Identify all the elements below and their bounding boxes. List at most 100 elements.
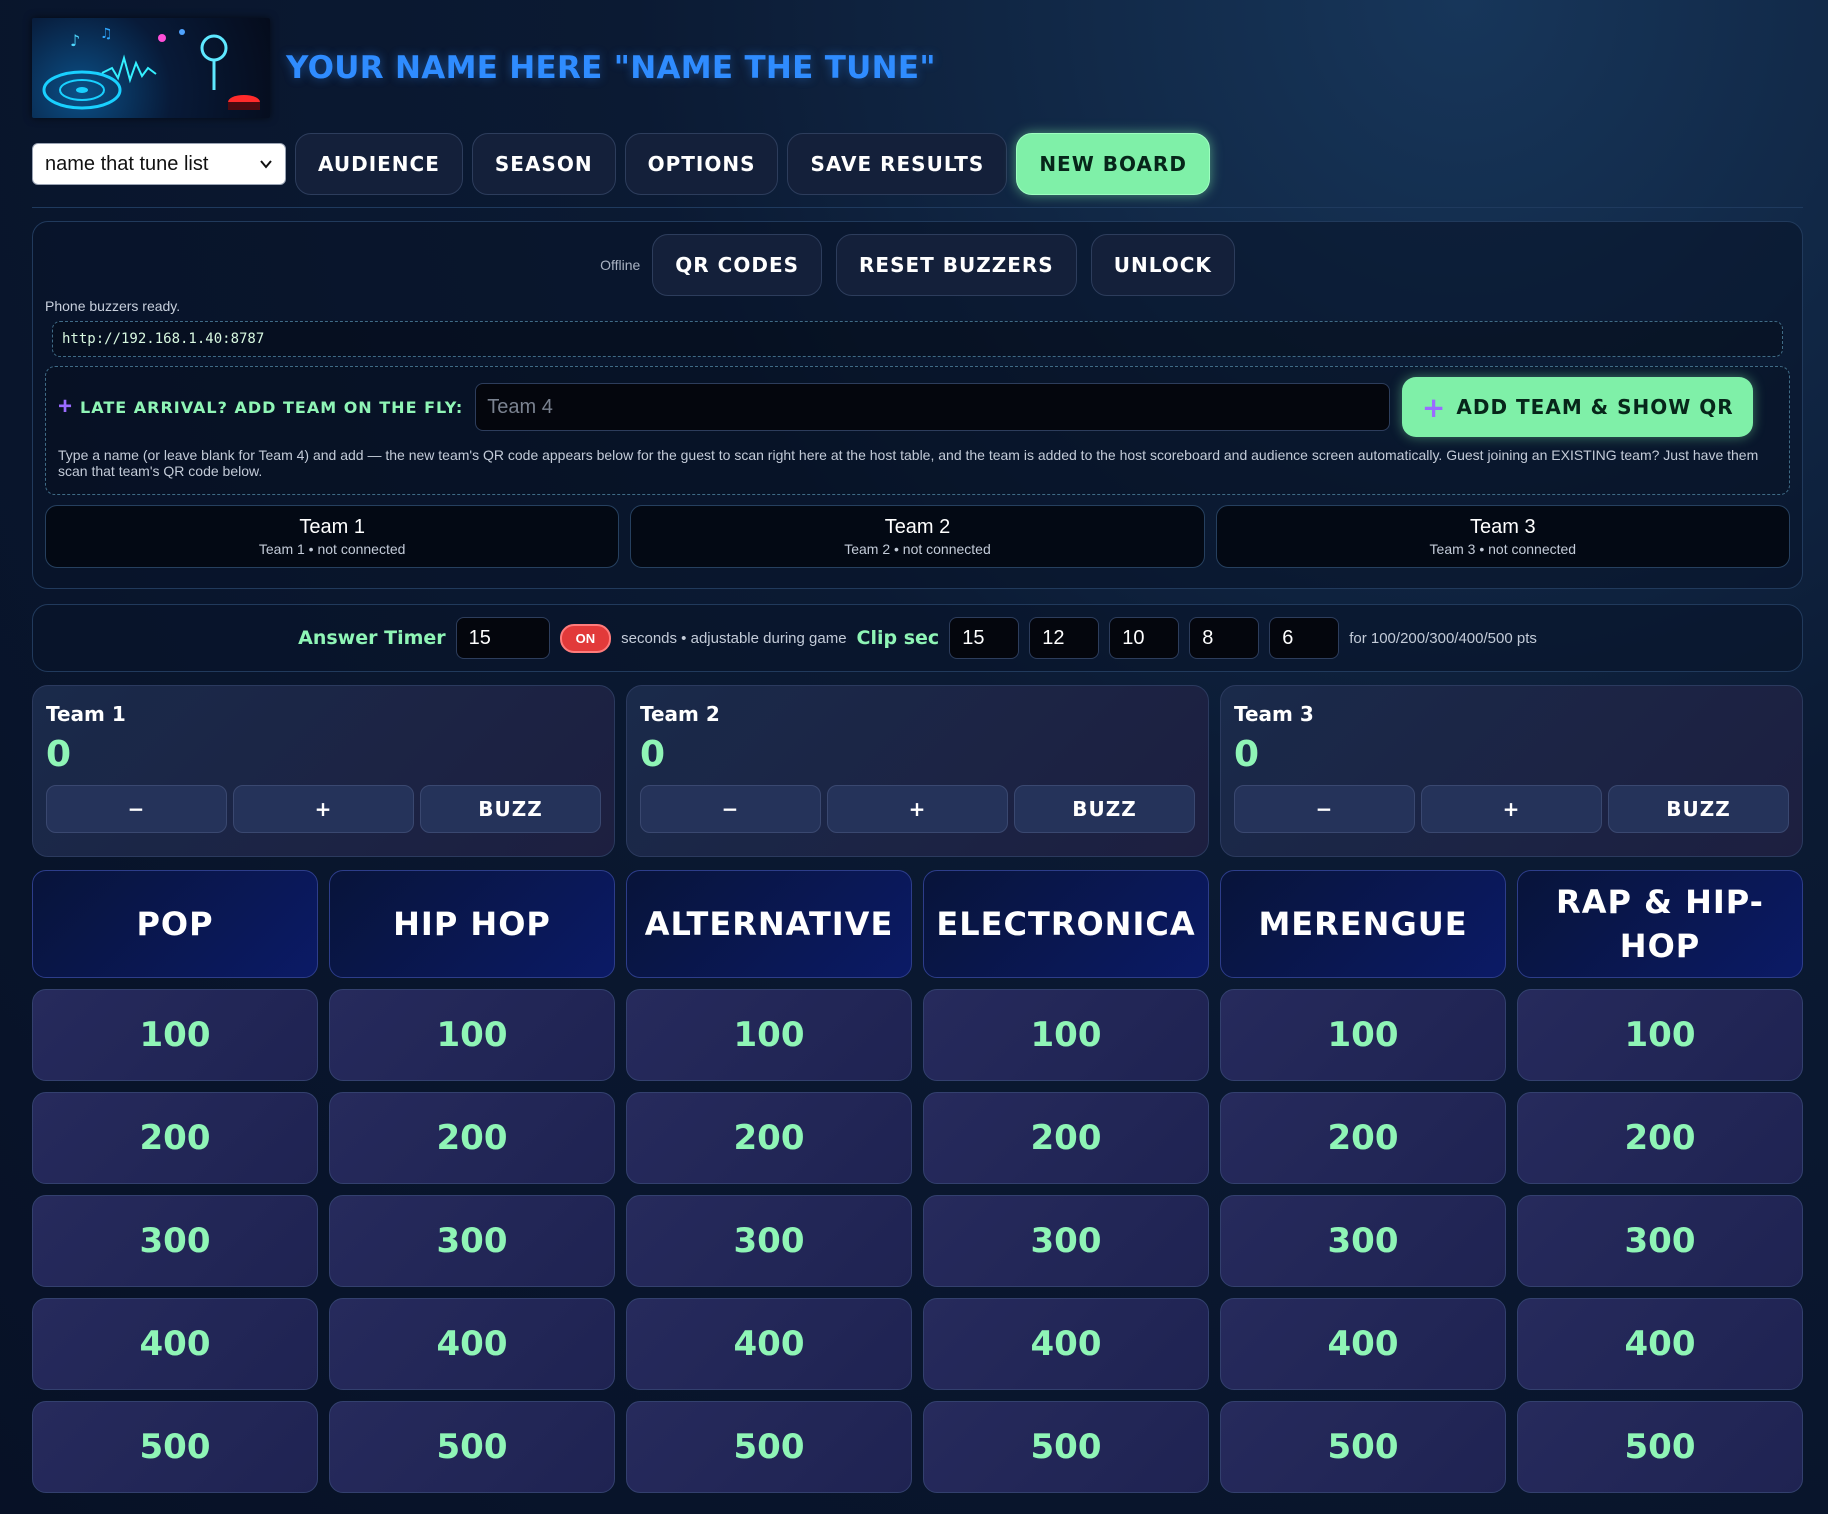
- late-arrival-box: + LATE ARRIVAL? ADD TEAM ON THE FLY: Tea…: [45, 366, 1790, 495]
- buzzer-url[interactable]: http://192.168.1.40:8787: [52, 321, 1783, 357]
- clue-cell[interactable]: 100: [626, 989, 912, 1081]
- answer-timer-label: Answer Timer: [298, 627, 446, 649]
- plus-icon: +: [58, 393, 73, 420]
- team-status-card[interactable]: Team 2 Team 2 • not connected: [630, 505, 1205, 568]
- team-name: Team 1: [46, 702, 126, 726]
- clue-cell[interactable]: 100: [32, 989, 318, 1081]
- buzzers-ready-text: Phone buzzers ready.: [45, 298, 181, 314]
- team-score-card: Team 3 0 − + BUZZ: [1220, 685, 1803, 857]
- minus-button[interactable]: −: [1234, 785, 1415, 833]
- plus-button[interactable]: +: [827, 785, 1008, 833]
- season-button[interactable]: SEASON: [471, 133, 616, 195]
- clue-cell[interactable]: 200: [329, 1092, 615, 1184]
- clue-cell[interactable]: 300: [626, 1195, 912, 1287]
- category-header: POP: [32, 870, 318, 978]
- clue-cell[interactable]: 500: [32, 1401, 318, 1493]
- clue-cell[interactable]: 400: [1517, 1298, 1803, 1390]
- clue-cell[interactable]: 400: [1220, 1298, 1506, 1390]
- team-status-text: Team 3 • not connected: [1429, 541, 1577, 557]
- clue-cell[interactable]: 300: [329, 1195, 615, 1287]
- late-arrival-note: Type a name (or leave blank for Team 4) …: [58, 447, 1759, 479]
- team-points: 0: [640, 734, 666, 775]
- clue-cell[interactable]: 300: [923, 1195, 1209, 1287]
- timer-note: seconds • adjustable during game: [621, 629, 847, 647]
- clue-cell[interactable]: 400: [923, 1298, 1209, 1390]
- category-header: RAP & HIP-HOP: [1517, 870, 1803, 978]
- clue-cell[interactable]: 200: [1517, 1092, 1803, 1184]
- clue-cell[interactable]: 100: [923, 989, 1209, 1081]
- team-status-text: Team 2 • not connected: [844, 541, 991, 557]
- clip-200-input[interactable]: 12: [1029, 617, 1100, 659]
- buzz-button[interactable]: BUZZ: [1608, 785, 1789, 833]
- clue-cell[interactable]: 100: [329, 989, 615, 1081]
- save-results-button[interactable]: SAVE RESULTS: [787, 133, 1008, 195]
- team-status-card[interactable]: Team 1 Team 1 • not connected: [45, 505, 620, 568]
- reset-buzzers-button[interactable]: RESET BUZZERS: [836, 234, 1077, 296]
- clue-cell[interactable]: 500: [1220, 1401, 1506, 1493]
- new-team-name-input[interactable]: Team 4: [475, 383, 1391, 431]
- unlock-button[interactable]: UNLOCK: [1090, 234, 1235, 296]
- clue-cell[interactable]: 300: [1220, 1195, 1506, 1287]
- category-header: ELECTRONICA: [923, 870, 1209, 978]
- toolbar: name that tune list AUDIENCE SEASON OPTI…: [32, 133, 1803, 195]
- new-board-button[interactable]: NEW BOARD: [1016, 133, 1210, 195]
- add-team-button[interactable]: + ADD TEAM & SHOW QR: [1402, 377, 1754, 437]
- team-score-card: Team 1 0 − + BUZZ: [32, 685, 615, 857]
- clue-cell[interactable]: 300: [32, 1195, 318, 1287]
- clue-cell[interactable]: 500: [626, 1401, 912, 1493]
- app-title: YOUR NAME HERE "NAME THE TUNE": [286, 50, 936, 86]
- answer-timer-input[interactable]: 15: [455, 617, 550, 659]
- category-header: HIP HOP: [329, 870, 615, 978]
- plus-button[interactable]: +: [1421, 785, 1602, 833]
- clue-cell[interactable]: 200: [1220, 1092, 1506, 1184]
- clue-cell[interactable]: 200: [32, 1092, 318, 1184]
- clue-cell[interactable]: 300: [1517, 1195, 1803, 1287]
- buzzer-panel: Offline QR CODES RESET BUZZERS UNLOCK Ph…: [32, 221, 1803, 589]
- buzz-button[interactable]: BUZZ: [420, 785, 601, 833]
- clip-sec-label: Clip sec: [856, 627, 940, 649]
- team-status-name: Team 3: [1470, 516, 1536, 538]
- svg-text:♫: ♫: [100, 26, 113, 42]
- audience-button[interactable]: AUDIENCE: [295, 133, 463, 195]
- clue-cell[interactable]: 500: [329, 1401, 615, 1493]
- list-select-value: name that tune list: [45, 152, 209, 175]
- clue-cell[interactable]: 100: [1220, 989, 1506, 1081]
- clip-100-input[interactable]: 15: [949, 617, 1020, 659]
- game-board: POP HIP HOP ALTERNATIVE ELECTRONICA MERENGUE…: [32, 870, 1803, 1493]
- buzz-button[interactable]: BUZZ: [1014, 785, 1195, 833]
- app-logo: ♪ ♫: [32, 18, 270, 118]
- plus-button[interactable]: +: [233, 785, 414, 833]
- minus-button[interactable]: −: [46, 785, 227, 833]
- plus-icon: +: [1421, 390, 1447, 424]
- category-header: ALTERNATIVE: [626, 870, 912, 978]
- clue-cell[interactable]: 100: [1517, 989, 1803, 1081]
- clip-300-input[interactable]: 10: [1109, 617, 1180, 659]
- timer-toggle[interactable]: ON: [559, 623, 612, 653]
- clue-cell[interactable]: 500: [923, 1401, 1209, 1493]
- options-button[interactable]: OPTIONS: [624, 133, 779, 195]
- clue-cell[interactable]: 400: [32, 1298, 318, 1390]
- chevron-down-icon: [260, 160, 272, 169]
- svg-text:♪: ♪: [70, 31, 80, 50]
- header: ♪ ♫ YOUR NAME HERE "NAME THE TUNE": [32, 18, 1803, 118]
- clip-400-input[interactable]: 8: [1189, 617, 1260, 659]
- clue-cell[interactable]: 200: [626, 1092, 912, 1184]
- timer-bar: Answer Timer 15 ON seconds • adjustable …: [32, 604, 1803, 672]
- clue-cell[interactable]: 500: [1517, 1401, 1803, 1493]
- clue-cell[interactable]: 400: [626, 1298, 912, 1390]
- team-status-text: Team 1 • not connected: [258, 541, 406, 557]
- category-header: MERENGUE: [1220, 870, 1506, 978]
- late-arrival-label: LATE ARRIVAL? ADD TEAM ON THE FLY:: [80, 397, 464, 417]
- team-status-card[interactable]: Team 3 Team 3 • not connected: [1215, 505, 1790, 568]
- team-score-card: Team 2 0 − + BUZZ: [626, 685, 1209, 857]
- clip-500-input[interactable]: 6: [1269, 617, 1340, 659]
- clue-cell[interactable]: 400: [329, 1298, 615, 1390]
- list-select[interactable]: name that tune list: [32, 143, 286, 185]
- team-name: Team 3: [1234, 702, 1314, 726]
- clue-cell[interactable]: 200: [923, 1092, 1209, 1184]
- divider: [32, 207, 1803, 208]
- qr-codes-button[interactable]: QR CODES: [652, 234, 823, 296]
- minus-button[interactable]: −: [640, 785, 821, 833]
- team-status-name: Team 2: [884, 516, 951, 538]
- buzzer-controls: Offline QR CODES RESET BUZZERS UNLOCK: [45, 234, 1790, 296]
